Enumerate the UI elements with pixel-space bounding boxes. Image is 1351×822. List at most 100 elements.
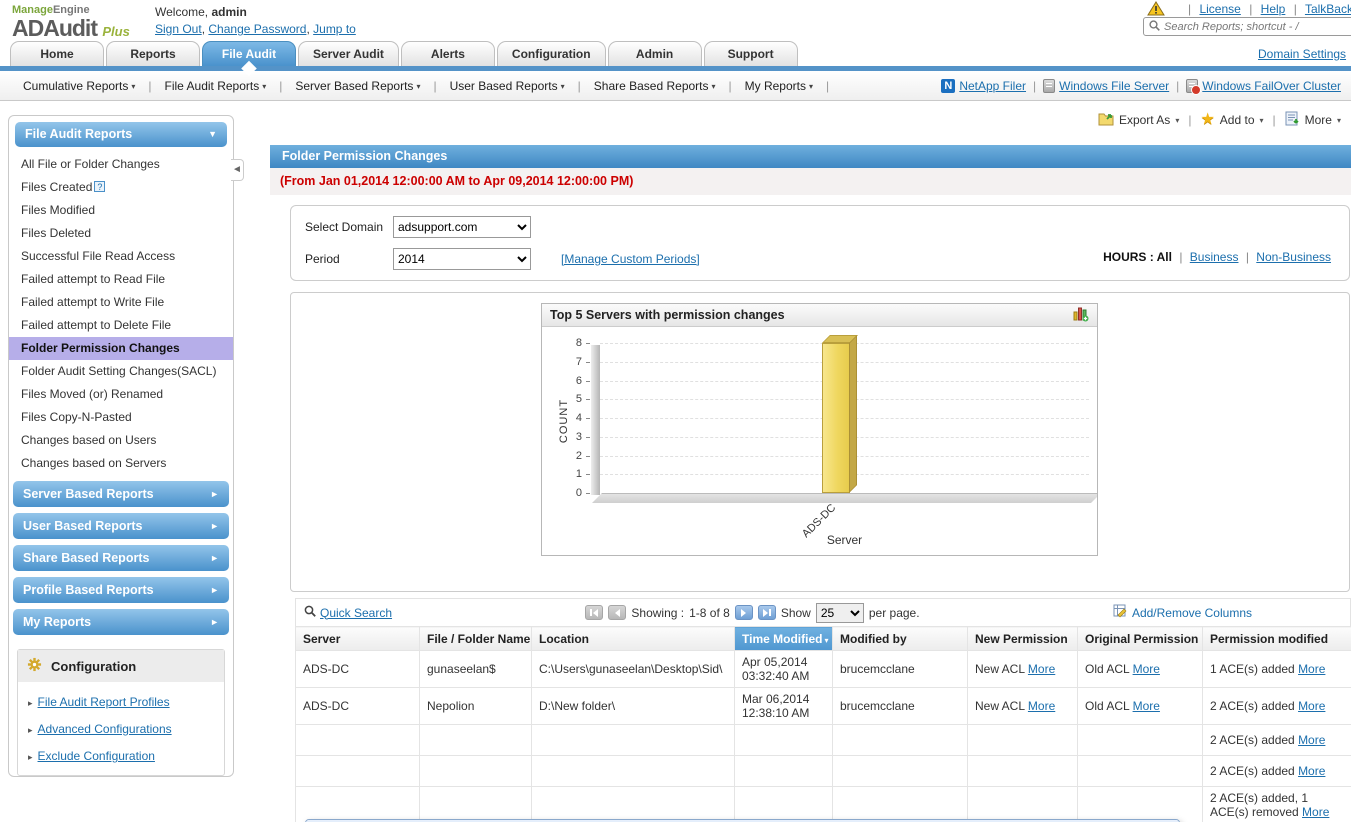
column-header-time-modified[interactable]: Time Modified ▾: [734, 626, 833, 651]
sidebar-item-files-deleted[interactable]: Files Deleted: [9, 222, 233, 245]
change-password-link[interactable]: Change Password: [208, 22, 306, 36]
sidebar-item-files-moved-or-renamed[interactable]: Files Moved (or) Renamed: [9, 383, 233, 406]
more-button[interactable]: More ▾: [1285, 111, 1341, 129]
license-link[interactable]: License: [1199, 2, 1240, 16]
sign-out-link[interactable]: Sign Out: [155, 22, 202, 36]
tab-support[interactable]: Support: [703, 41, 798, 66]
sidebar-item-successful-file-read-access[interactable]: Successful File Read Access: [9, 245, 233, 268]
add-remove-columns-link[interactable]: Add/Remove Columns: [1132, 606, 1252, 620]
menu-item-cumulative-reports[interactable]: Cumulative Reports ▾: [10, 79, 148, 93]
page-size-select[interactable]: 25: [815, 602, 864, 623]
sidebar-collapse-handle[interactable]: ◄: [231, 159, 244, 181]
column-header-location[interactable]: Location: [531, 626, 735, 651]
sidebar-item-all-file-or-folder-changes[interactable]: All File or Folder Changes: [9, 153, 233, 176]
menu-item-netapp-filer[interactable]: N NetApp Filer: [941, 78, 1026, 93]
tab-underline-strip: [0, 66, 1351, 71]
pager-next-button[interactable]: [734, 605, 753, 620]
more-link[interactable]: More: [1298, 699, 1325, 713]
sidebar-item-files-created[interactable]: Files Created?: [9, 176, 233, 199]
y-tick-mark: [586, 436, 590, 438]
talkback-link[interactable]: TalkBack: [1305, 2, 1351, 16]
menu-item-share-based-reports[interactable]: Share Based Reports ▾: [581, 79, 729, 93]
menu-item-windows-failover-cluster[interactable]: Windows FailOver Cluster: [1186, 78, 1341, 95]
hours-business-link[interactable]: Business: [1190, 250, 1239, 264]
column-header-file-folder-name[interactable]: File / Folder Name: [419, 626, 532, 651]
sidebar-header-file-audit-reports[interactable]: File Audit Reports ▼: [15, 122, 227, 147]
sidebar-item-changes-based-on-servers[interactable]: Changes based on Servers: [9, 452, 233, 475]
more-link[interactable]: More: [1133, 662, 1160, 676]
quick-search-link[interactable]: Quick Search: [320, 606, 392, 620]
manage-custom-periods-link[interactable]: [Manage Custom Periods]: [561, 252, 700, 266]
tab-file-audit[interactable]: File Audit: [202, 41, 296, 66]
cell-new_permission-value: New ACL: [975, 662, 1028, 676]
pager-last-button[interactable]: [757, 605, 776, 620]
help-link[interactable]: Help: [1261, 2, 1286, 16]
more-link[interactable]: More: [1302, 805, 1329, 819]
menu-link-windows-file-server[interactable]: Windows File Server: [1059, 79, 1169, 93]
tab-server-audit[interactable]: Server Audit: [298, 41, 399, 66]
menu-item-my-reports[interactable]: My Reports ▾: [732, 79, 826, 93]
config-link-exclude-configuration[interactable]: ▸ Exclude Configuration: [28, 749, 214, 763]
add-remove-columns[interactable]: Add/Remove Columns: [1113, 604, 1252, 621]
chevron-down-icon: ▼: [208, 129, 217, 139]
more-link[interactable]: More: [1028, 699, 1055, 713]
column-header-new-permission[interactable]: New Permission: [967, 626, 1078, 651]
sidebar-section-user-based-reports[interactable]: User Based Reports ►: [13, 513, 229, 539]
sidebar-section-share-based-reports[interactable]: Share Based Reports ►: [13, 545, 229, 571]
config-anchor-advanced-configurations[interactable]: Advanced Configurations: [38, 722, 172, 736]
menubar-right: N NetApp Filer | Windows File Server | Window…: [941, 78, 1341, 95]
sidebar-item-folder-audit-setting-changes-sacl[interactable]: Folder Audit Setting Changes(SACL): [9, 360, 233, 383]
sidebar-item-folder-permission-changes[interactable]: Folder Permission Changes: [9, 337, 233, 360]
sidebar-section-my-reports[interactable]: My Reports ►: [13, 609, 229, 635]
sidebar-item-failed-attempt-to-write-file[interactable]: Failed attempt to Write File: [9, 291, 233, 314]
pager-previous-button[interactable]: [608, 605, 627, 620]
menu-item-windows-file-server[interactable]: Windows File Server: [1043, 78, 1169, 93]
menu-link-netapp-filer[interactable]: NetApp Filer: [959, 79, 1026, 93]
column-header-permission-modified[interactable]: Permission modified: [1202, 626, 1351, 651]
period-select[interactable]: 2014: [393, 248, 531, 270]
cell-original_permission-value: Old ACL: [1085, 662, 1133, 676]
quick-search[interactable]: Quick Search: [304, 605, 392, 620]
more-link[interactable]: More: [1028, 662, 1055, 676]
sidebar-section-server-based-reports[interactable]: Server Based Reports ►: [13, 481, 229, 507]
jump-to-link[interactable]: Jump to: [313, 22, 356, 36]
sidebar-section-profile-based-reports[interactable]: Profile Based Reports ►: [13, 577, 229, 603]
export-as-button[interactable]: Export As ▾: [1098, 111, 1179, 129]
config-link-advanced-configurations[interactable]: ▸ Advanced Configurations: [28, 722, 214, 736]
menu-item-user-based-reports[interactable]: User Based Reports ▾: [437, 79, 578, 93]
add-to-button[interactable]: ★ Add to ▾: [1200, 112, 1263, 128]
tab-alerts[interactable]: Alerts: [400, 41, 495, 66]
sidebar-item-failed-attempt-to-read-file[interactable]: Failed attempt to Read File: [9, 268, 233, 291]
more-link[interactable]: More: [1298, 662, 1325, 676]
tab-home[interactable]: Home: [10, 41, 104, 66]
domain-select[interactable]: adsupport.com: [393, 216, 531, 238]
tab-admin[interactable]: Admin: [607, 41, 702, 66]
more-link[interactable]: More: [1298, 733, 1325, 747]
column-header-server[interactable]: Server: [295, 626, 420, 651]
menu-item-file-audit-reports[interactable]: File Audit Reports ▾: [152, 79, 280, 93]
config-link-file-audit-report-profiles[interactable]: ▸ File Audit Report Profiles: [28, 695, 214, 709]
warning-icon[interactable]: [1147, 1, 1165, 16]
menu-link-windows-failover-cluster[interactable]: Windows FailOver Cluster: [1202, 79, 1341, 93]
chart-type-icon[interactable]: [1073, 306, 1089, 325]
more-link[interactable]: More: [1298, 764, 1325, 778]
pager-first-button[interactable]: [585, 605, 604, 620]
column-header-modified-by[interactable]: Modified by: [832, 626, 968, 651]
search-input[interactable]: [1164, 20, 1351, 33]
chart-bar-ads-dc[interactable]: [821, 343, 850, 493]
more-link[interactable]: More: [1133, 699, 1160, 713]
sidebar-item-changes-based-on-users[interactable]: Changes based on Users: [9, 429, 233, 452]
menu-item-server-based-reports[interactable]: Server Based Reports ▾: [282, 79, 433, 93]
sidebar-item-files-modified[interactable]: Files Modified: [9, 199, 233, 222]
help-icon[interactable]: ?: [94, 181, 106, 192]
domain-settings-link[interactable]: Domain Settings: [1258, 47, 1346, 61]
tab-reports[interactable]: Reports: [106, 41, 200, 66]
config-anchor-exclude-configuration[interactable]: Exclude Configuration: [38, 749, 155, 763]
column-header-original-permission[interactable]: Original Permission: [1077, 626, 1203, 651]
tab-configuration[interactable]: Configuration: [496, 41, 606, 66]
config-anchor-file-audit-report-profiles[interactable]: File Audit Report Profiles: [38, 695, 170, 709]
sidebar-item-failed-attempt-to-delete-file[interactable]: Failed attempt to Delete File: [9, 314, 233, 337]
hours-non-business-link[interactable]: Non-Business: [1256, 250, 1331, 264]
sidebar-item-files-copy-n-pasted[interactable]: Files Copy-N-Pasted: [9, 406, 233, 429]
cell-original_permission: [1077, 755, 1203, 787]
